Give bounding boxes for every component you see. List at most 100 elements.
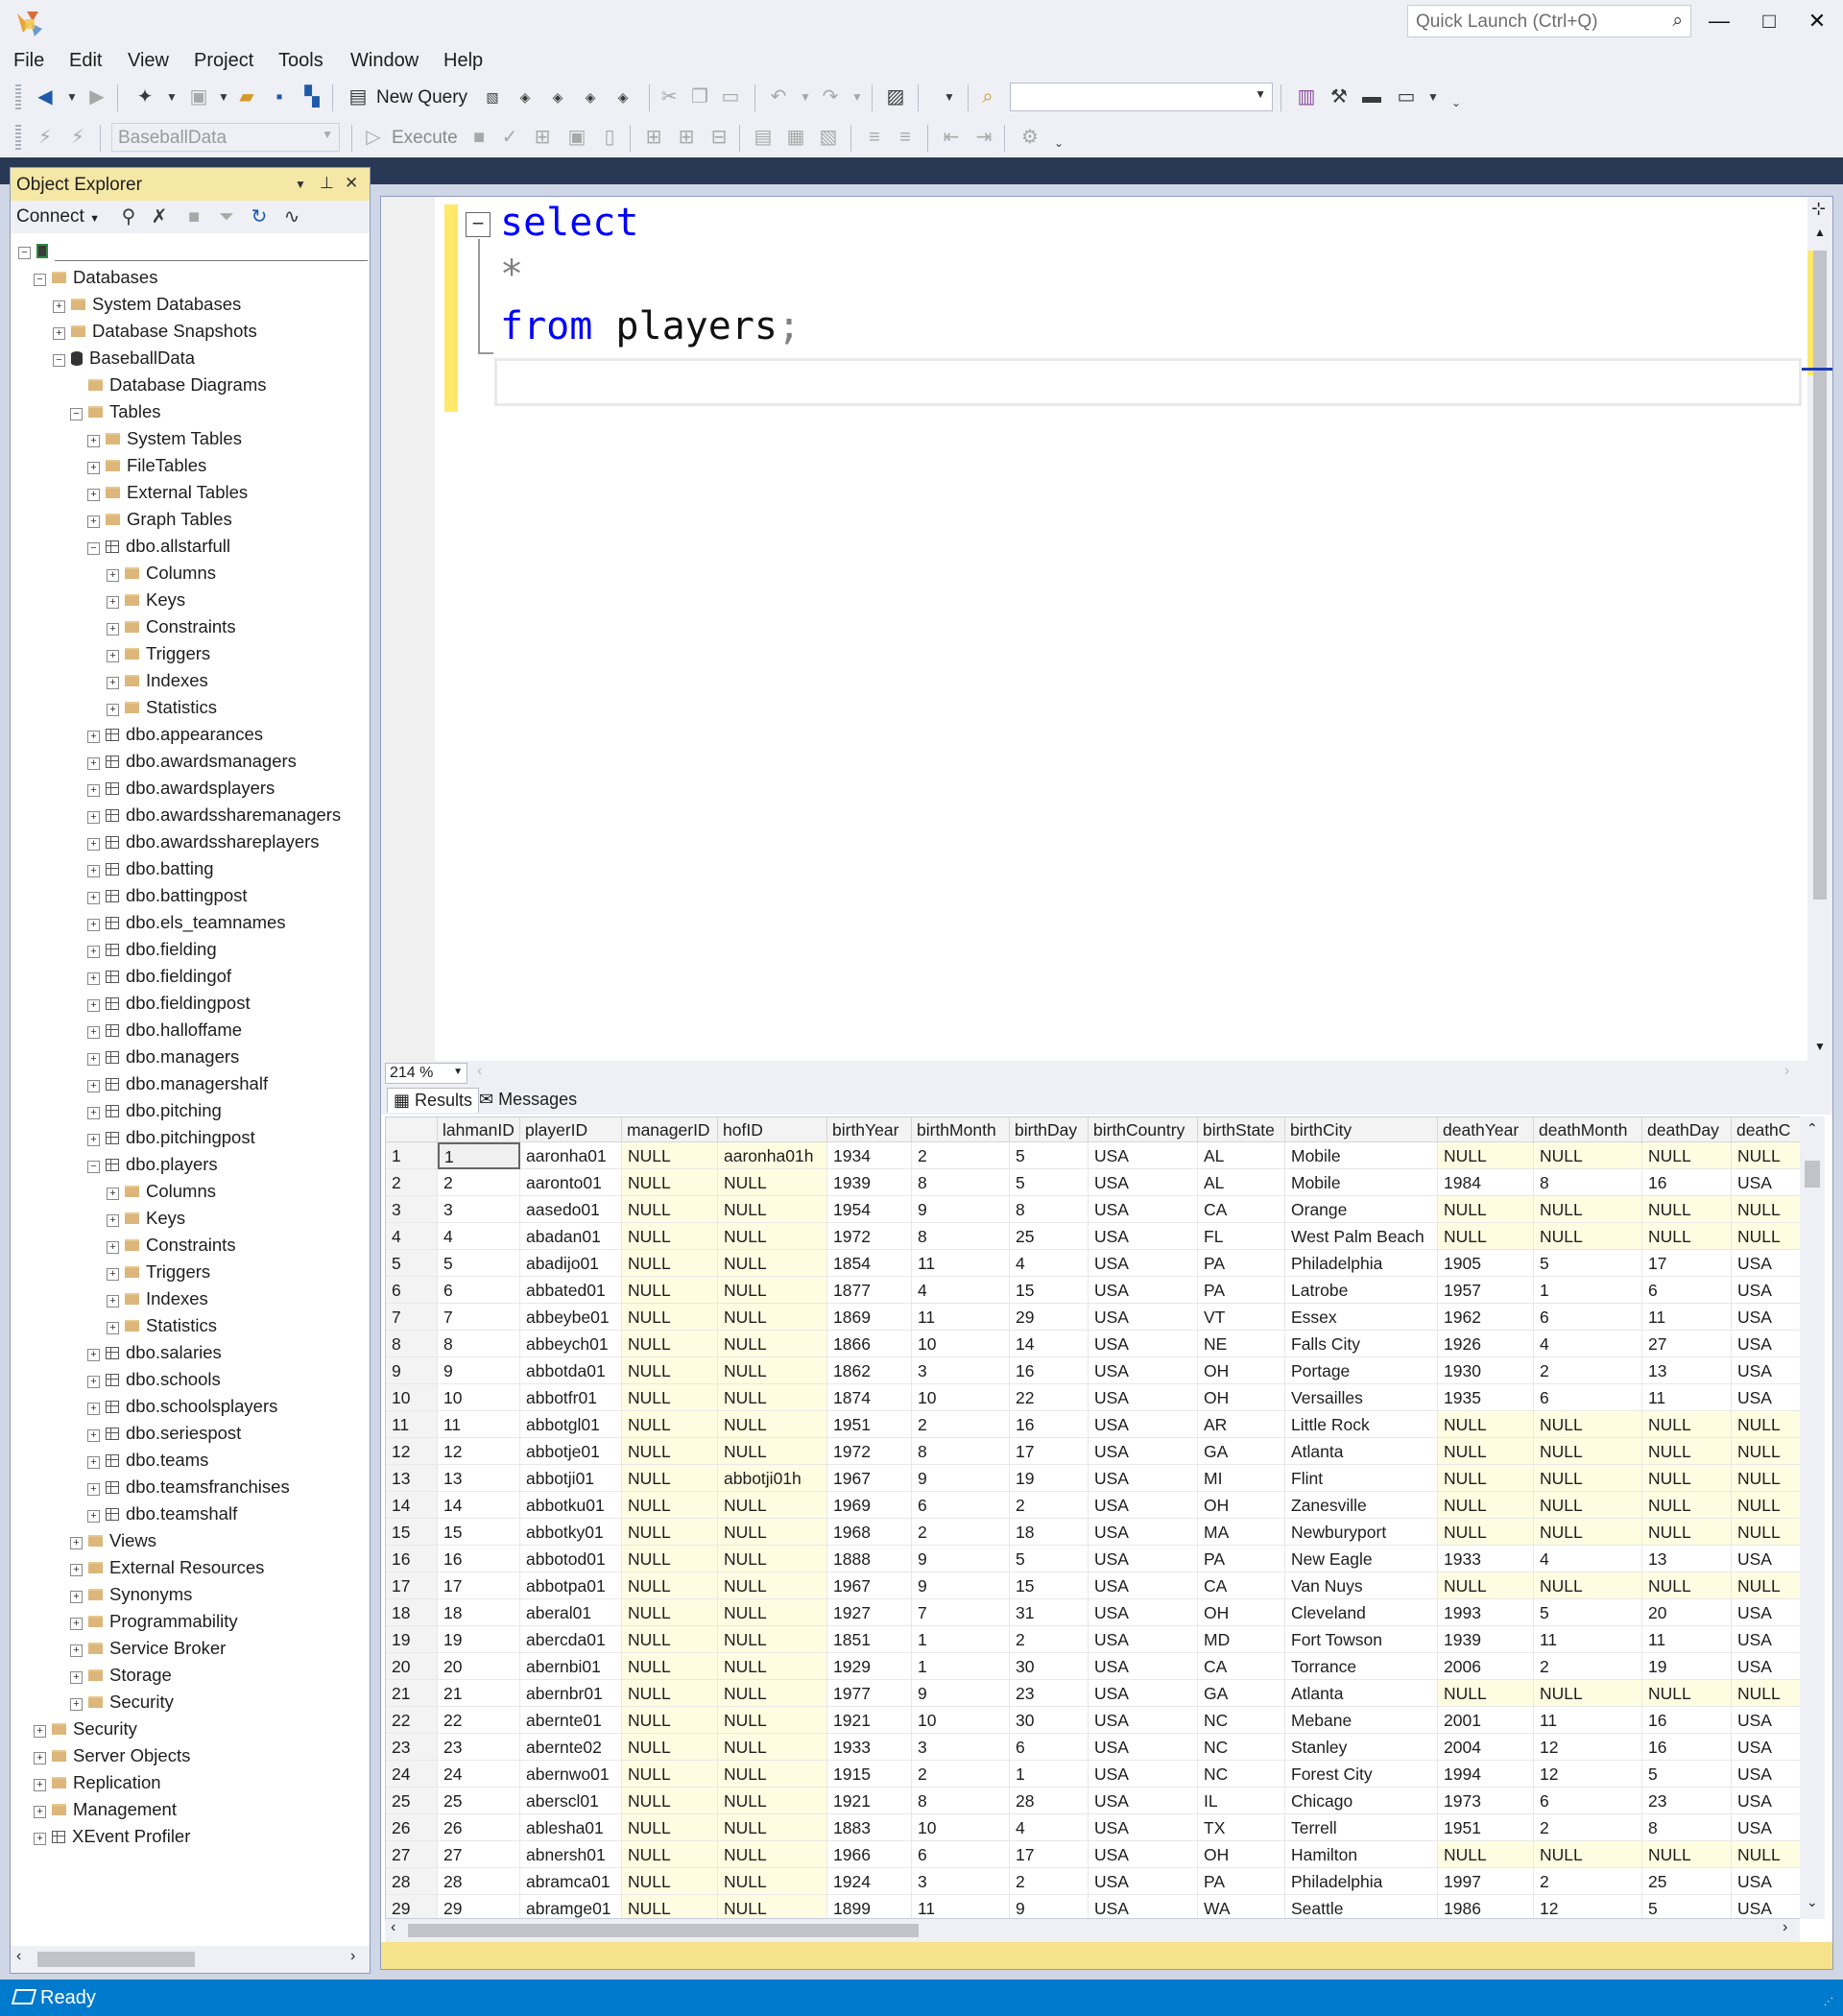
grid-cell[interactable]: NULL [718, 1438, 827, 1465]
grid-cell[interactable]: Flint [1285, 1465, 1438, 1492]
toolbar-grip[interactable] [15, 84, 21, 111]
toolbar-overflow-icon[interactable]: ⌄ [1444, 90, 1469, 115]
expand-icon[interactable]: + [87, 1107, 100, 1119]
grid-cell[interactable]: NULL [1438, 1572, 1534, 1599]
grid-cell[interactable]: Falls City [1285, 1331, 1438, 1357]
grid-cell[interactable]: 20 [438, 1653, 520, 1680]
table-row[interactable]: 1 1 aaronha01 NULL aaronha01h 1934 2 5 USA AL Mobi… [386, 1142, 1808, 1169]
database-engine-query-icon[interactable]: ▧ [480, 84, 505, 109]
grid-cell[interactable]: 2 [1534, 1357, 1642, 1384]
row-number-cell[interactable]: 29 [386, 1895, 438, 1918]
table-row[interactable]: 23 23 abernte02 NULL NULL 1933 3 6 USA NC Stanley 2… [386, 1734, 1808, 1761]
grid-cell[interactable]: USA [1732, 1626, 1808, 1653]
expand-icon[interactable]: + [70, 1698, 83, 1711]
grid-cell[interactable]: Latrobe [1285, 1277, 1438, 1304]
grid-cell[interactable]: NULL [622, 1734, 718, 1761]
grid-cell[interactable]: NULL [718, 1572, 827, 1599]
tree-node[interactable]: + dbo.appearances [87, 721, 263, 748]
grid-cell[interactable]: NULL [1642, 1223, 1732, 1250]
grid-cell[interactable]: 16 [438, 1546, 520, 1572]
grid-cell[interactable]: NULL [1732, 1438, 1808, 1465]
grid-cell[interactable]: 2001 [1438, 1707, 1534, 1734]
grid-cell[interactable]: 1967 [827, 1572, 912, 1599]
grid-cell[interactable]: NULL [718, 1895, 827, 1918]
grid-cell[interactable]: 27 [438, 1841, 520, 1868]
expand-icon[interactable]: + [107, 677, 119, 689]
grid-cell[interactable]: 1973 [1438, 1788, 1534, 1814]
grid-cell[interactable]: NULL [622, 1142, 718, 1169]
disconnect-icon[interactable]: ✗ [147, 204, 172, 229]
column-header[interactable]: birthMonth [912, 1117, 1010, 1142]
tree-node[interactable]: + Indexes [107, 1285, 208, 1312]
resize-grip-icon[interactable]: ⋰ [1824, 1997, 1833, 2007]
grid-cell[interactable]: OH [1198, 1599, 1285, 1626]
close-button[interactable]: ✕ [1793, 4, 1841, 38]
grid-cell[interactable]: USA [1089, 1788, 1198, 1814]
expand-icon[interactable]: + [107, 1241, 119, 1254]
grid-cell[interactable]: NULL [718, 1680, 827, 1707]
grid-cell[interactable]: NULL [622, 1707, 718, 1734]
grid-cell[interactable]: 9 [912, 1572, 1010, 1599]
grid-cell[interactable]: 1 [438, 1142, 520, 1169]
grid-cell[interactable]: NULL [1732, 1841, 1808, 1868]
row-number-cell[interactable]: 7 [386, 1304, 438, 1331]
grid-cell[interactable]: NULL [1642, 1196, 1732, 1223]
expand-icon[interactable]: + [87, 1053, 100, 1066]
expand-icon[interactable]: + [87, 757, 100, 770]
grid-cell[interactable]: 1930 [1438, 1357, 1534, 1384]
grid-cell[interactable]: 11 [1534, 1626, 1642, 1653]
grid-hscrollbar[interactable]: ‹ › [385, 1919, 1800, 1942]
grid-cell[interactable]: 9 [912, 1680, 1010, 1707]
grid-cell[interactable]: 1951 [827, 1411, 912, 1438]
grid-cell[interactable]: NULL [622, 1895, 718, 1918]
grid-cell[interactable]: ablesha01 [520, 1814, 622, 1841]
tree-node[interactable]: + dbo.teamsfranchises [87, 1474, 290, 1500]
tree-node[interactable]: + Views [70, 1527, 156, 1554]
grid-cell[interactable]: 15 [438, 1519, 520, 1546]
grid-cell[interactable]: NULL [718, 1411, 827, 1438]
grid-cell[interactable]: 1966 [827, 1841, 912, 1868]
grid-cell[interactable]: NULL [1438, 1465, 1534, 1492]
sql-editor[interactable]: − select * from players; ⊹ ▲ ▼ [381, 197, 1832, 1061]
expand-icon[interactable]: + [87, 946, 100, 958]
change-connection-icon[interactable]: ⚡ [65, 125, 90, 150]
paste-icon[interactable]: ▭ [718, 84, 743, 109]
table-row[interactable]: 4 4 abadan01 NULL NULL 1972 8 25 USA FL West Palm … [386, 1223, 1808, 1250]
grid-cell[interactable]: Atlanta [1285, 1680, 1438, 1707]
table-row[interactable]: 13 13 abbotji01 NULL abbotji01h 1967 9 19 USA MI F… [386, 1465, 1808, 1492]
grid-cell[interactable]: NULL [622, 1788, 718, 1814]
scrollbar-thumb[interactable] [37, 1952, 195, 1967]
tree-node[interactable]: + dbo.fieldingof [87, 963, 231, 990]
grid-cell[interactable]: USA [1089, 1868, 1198, 1895]
grid-cell[interactable]: NULL [718, 1734, 827, 1761]
grid-cell[interactable]: NULL [1642, 1411, 1732, 1438]
grid-cell[interactable]: abbeych01 [520, 1331, 622, 1357]
grid-cell[interactable]: NULL [718, 1169, 827, 1196]
grid-cell[interactable]: FL [1198, 1223, 1285, 1250]
grid-cell[interactable]: NULL [622, 1465, 718, 1492]
query-options-icon[interactable]: ▯ [597, 125, 622, 150]
tree-node[interactable]: + dbo.els_teamnames [87, 909, 286, 936]
expand-icon[interactable]: + [34, 1725, 46, 1738]
grid-cell[interactable]: abbotji01h [718, 1465, 827, 1492]
grid-cell[interactable]: NULL [622, 1384, 718, 1411]
grid-cell[interactable]: 1883 [827, 1814, 912, 1841]
expand-icon[interactable]: + [53, 327, 65, 340]
grid-cell[interactable]: abbotgl01 [520, 1411, 622, 1438]
expand-icon[interactable]: + [87, 784, 100, 797]
grid-cell[interactable]: NULL [1642, 1465, 1732, 1492]
grid-cell[interactable]: 18 [1010, 1519, 1089, 1546]
new-project-dropdown-icon[interactable]: ▼ [159, 84, 184, 109]
scroll-down-icon[interactable]: ▼ [1814, 1040, 1826, 1053]
grid-cell[interactable]: NULL [622, 1761, 718, 1788]
column-header[interactable]: birthYear [827, 1117, 912, 1142]
row-number-cell[interactable]: 27 [386, 1841, 438, 1868]
grid-cell[interactable]: 1905 [1438, 1250, 1534, 1277]
table-row[interactable]: 19 19 abercda01 NULL NULL 1851 1 2 USA MD Fort Tow… [386, 1626, 1808, 1653]
grid-cell[interactable]: abbeybe01 [520, 1304, 622, 1331]
command-window-icon[interactable]: ▭ [1394, 84, 1419, 109]
grid-cell[interactable]: 8 [1642, 1814, 1732, 1841]
grid-cell[interactable]: 19 [438, 1626, 520, 1653]
grid-cell[interactable]: NULL [1438, 1680, 1534, 1707]
expand-icon[interactable]: + [107, 1214, 119, 1227]
